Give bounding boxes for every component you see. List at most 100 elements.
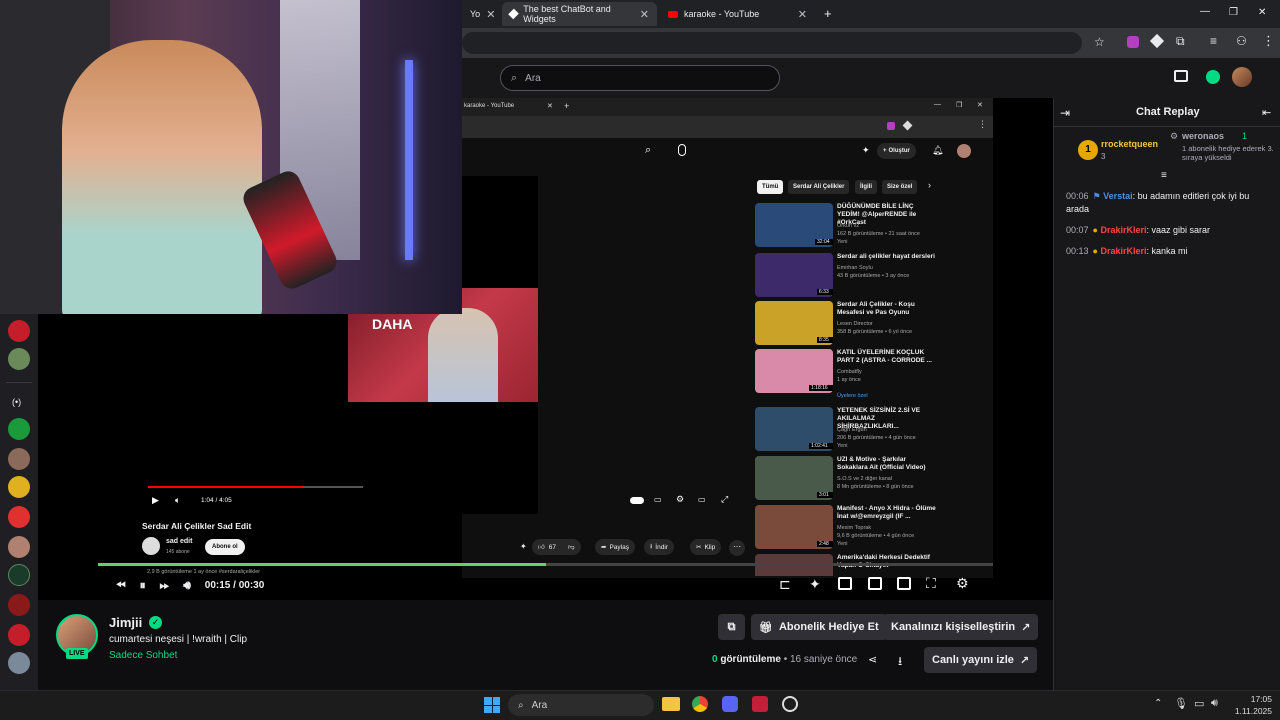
chat-settings-icon[interactable]: ≡: [1161, 170, 1167, 181]
scissors-icon: ✂: [696, 544, 702, 551]
chat-timestamp: 00:06: [1066, 191, 1089, 201]
reco-title: Serdar Ali Çelikler - Koşu Mesafesi ve P…: [837, 301, 915, 316]
channel-avatar[interactable]: [8, 624, 30, 646]
chat-username[interactable]: Verstai: [1103, 191, 1133, 201]
profile-icon[interactable]: ⚇: [1236, 34, 1247, 48]
inner-address-bar: ⋮: [462, 116, 993, 138]
tab-label: Yo: [470, 9, 481, 19]
app-icon[interactable]: [752, 696, 768, 712]
time-ago: • 16 saniye önce: [783, 654, 858, 665]
close-window-button[interactable]: ✕: [1258, 7, 1266, 18]
share-icon[interactable]: ⋖: [868, 653, 877, 666]
channel-avatar[interactable]: [8, 476, 30, 498]
network-icon[interactable]: ▭: [1194, 697, 1204, 710]
channel-avatar[interactable]: [8, 594, 30, 616]
yt-progress-fill: [148, 486, 303, 488]
settings-icon[interactable]: ⚙: [956, 575, 969, 592]
player-progress-bar[interactable]: [98, 563, 993, 566]
app-icon[interactable]: [782, 696, 798, 712]
channel-avatar[interactable]: [8, 506, 30, 528]
channel-avatar[interactable]: [8, 536, 30, 558]
search-input[interactable]: ⌕ Ara: [500, 65, 780, 91]
player-controls: ⏪︎ ⏸︎ ⏩︎ 🔊︎ 00:15 / 00:30: [98, 573, 993, 597]
watch-live-button[interactable]: Canlı yayını izle ↗: [924, 647, 1038, 673]
customize-channel-button[interactable]: Kanalınızı kişiselleştirin ↗: [883, 614, 1039, 640]
prime-loot-icon[interactable]: [1174, 70, 1188, 82]
theatre-mode-icon[interactable]: [897, 577, 911, 590]
forward-icon[interactable]: ⏩︎: [160, 578, 170, 593]
sparkle-icon[interactable]: ✦: [809, 576, 821, 593]
browser-tab[interactable]: karaoke - YouTube ✕: [660, 2, 815, 26]
popout-icon[interactable]: ⇤: [1262, 106, 1271, 119]
pause-icon[interactable]: ⏸︎: [140, 578, 146, 593]
file-explorer-icon[interactable]: [662, 697, 680, 711]
pip-icon[interactable]: [868, 577, 882, 590]
taskbar-search[interactable]: ⌕ Ara: [508, 694, 654, 716]
fullscreen-icon[interactable]: ⛶: [926, 575, 936, 592]
extension-icon[interactable]: [1127, 36, 1139, 48]
crop-icon[interactable]: ⊏: [779, 576, 791, 593]
collapse-chat-icon[interactable]: ⇥: [1060, 106, 1070, 120]
close-tab-icon[interactable]: ✕: [486, 8, 495, 21]
bookmark-star-icon[interactable]: ☆: [1094, 35, 1105, 49]
chat-message: 00:06 ⚑ Verstai: bu adamın editleri çok i…: [1066, 190, 1271, 216]
extension-icon[interactable]: [1149, 33, 1165, 49]
start-tile: [492, 705, 500, 713]
minimize-button[interactable]: —: [1200, 6, 1210, 17]
volume-icon[interactable]: 🔊︎: [183, 578, 191, 593]
gift-sub-button[interactable]: 🎁︎ Abonelik Hediye Et: [751, 614, 887, 640]
green-extension-icon[interactable]: [1206, 70, 1220, 84]
yt-subtitles-icon: ▭: [654, 495, 662, 504]
reco-title: UZI & Motive - Şarkılar Sokaklara Ait (O…: [837, 456, 926, 471]
clock-time[interactable]: 17:05: [1232, 694, 1272, 704]
reco-meta: 1 ay önce: [837, 377, 861, 383]
maximize-button[interactable]: ❐: [1229, 7, 1238, 18]
reco-duration: 1:18:16: [809, 385, 833, 391]
chat-message: 00:13 ● DrakirKleri: kanka mi: [1066, 245, 1271, 258]
leaderboard-name[interactable]: weronaos: [1182, 131, 1224, 141]
channel-avatar[interactable]: [8, 348, 30, 370]
close-tab-icon[interactable]: ✕: [640, 8, 649, 21]
youtube-icon: [668, 10, 678, 18]
browser-tab[interactable]: The best ChatBot and Widgets ✕: [502, 2, 657, 26]
search-icon: ⌕: [518, 699, 524, 711]
verified-icon: ✓: [149, 616, 162, 629]
channel-avatar[interactable]: [8, 652, 30, 674]
stats-icon[interactable]: [838, 577, 852, 590]
rewind-icon[interactable]: ⏪︎: [116, 578, 126, 593]
chat-username[interactable]: DrakirKleri: [1100, 225, 1146, 235]
user-avatar[interactable]: [1232, 67, 1252, 87]
url-field[interactable]: [462, 32, 1082, 54]
reading-list-icon[interactable]: ≡: [1210, 34, 1217, 48]
yt-download-button: ⭳ İndir: [644, 539, 674, 555]
volume-tray-icon[interactable]: 🔊︎: [1211, 697, 1218, 710]
channel-avatar[interactable]: [8, 448, 30, 470]
clock-date[interactable]: 1.11.2025: [1227, 706, 1272, 716]
discord-icon[interactable]: [722, 696, 738, 712]
stream-category[interactable]: Sadece Sohbet: [109, 650, 177, 661]
yt-recommendation: UZI & Motive - Şarkılar Sokaklara Ait (O…: [755, 456, 955, 508]
gift-icon: 🎁︎: [759, 621, 773, 634]
clip-button[interactable]: ⧉: [718, 614, 745, 640]
download-icon[interactable]: ⭳: [898, 652, 902, 673]
channel-avatar[interactable]: [8, 320, 30, 342]
tray-chevron-icon[interactable]: ⌃: [1154, 698, 1162, 709]
chat-text: : kanka mi: [1146, 246, 1188, 256]
leaderboard-name[interactable]: rrocketqueen: [1101, 139, 1158, 149]
channel-avatar[interactable]: [8, 564, 30, 586]
channel-name[interactable]: Jimjii: [109, 615, 142, 630]
channel-avatar[interactable]: [8, 418, 30, 440]
new-tab-button[interactable]: +: [824, 6, 832, 21]
chevron-right-icon: ›: [928, 180, 931, 190]
search-placeholder: Ara: [525, 72, 541, 84]
thumbs-up-icon: 👍︎: [538, 544, 545, 551]
chat-username[interactable]: DrakirKleri: [1100, 246, 1146, 256]
chrome-icon[interactable]: [692, 696, 708, 712]
mic-icon[interactable]: 🎙︎: [1174, 697, 1188, 710]
browser-tab[interactable]: Yo ✕: [462, 2, 502, 26]
extensions-puzzle-icon[interactable]: ⧉: [1176, 34, 1185, 49]
menu-dots-icon[interactable]: ⋮: [1262, 33, 1275, 49]
start-icon[interactable]: [484, 697, 500, 713]
close-tab-icon[interactable]: ✕: [798, 8, 807, 21]
reco-duration: 6:33: [817, 289, 833, 295]
